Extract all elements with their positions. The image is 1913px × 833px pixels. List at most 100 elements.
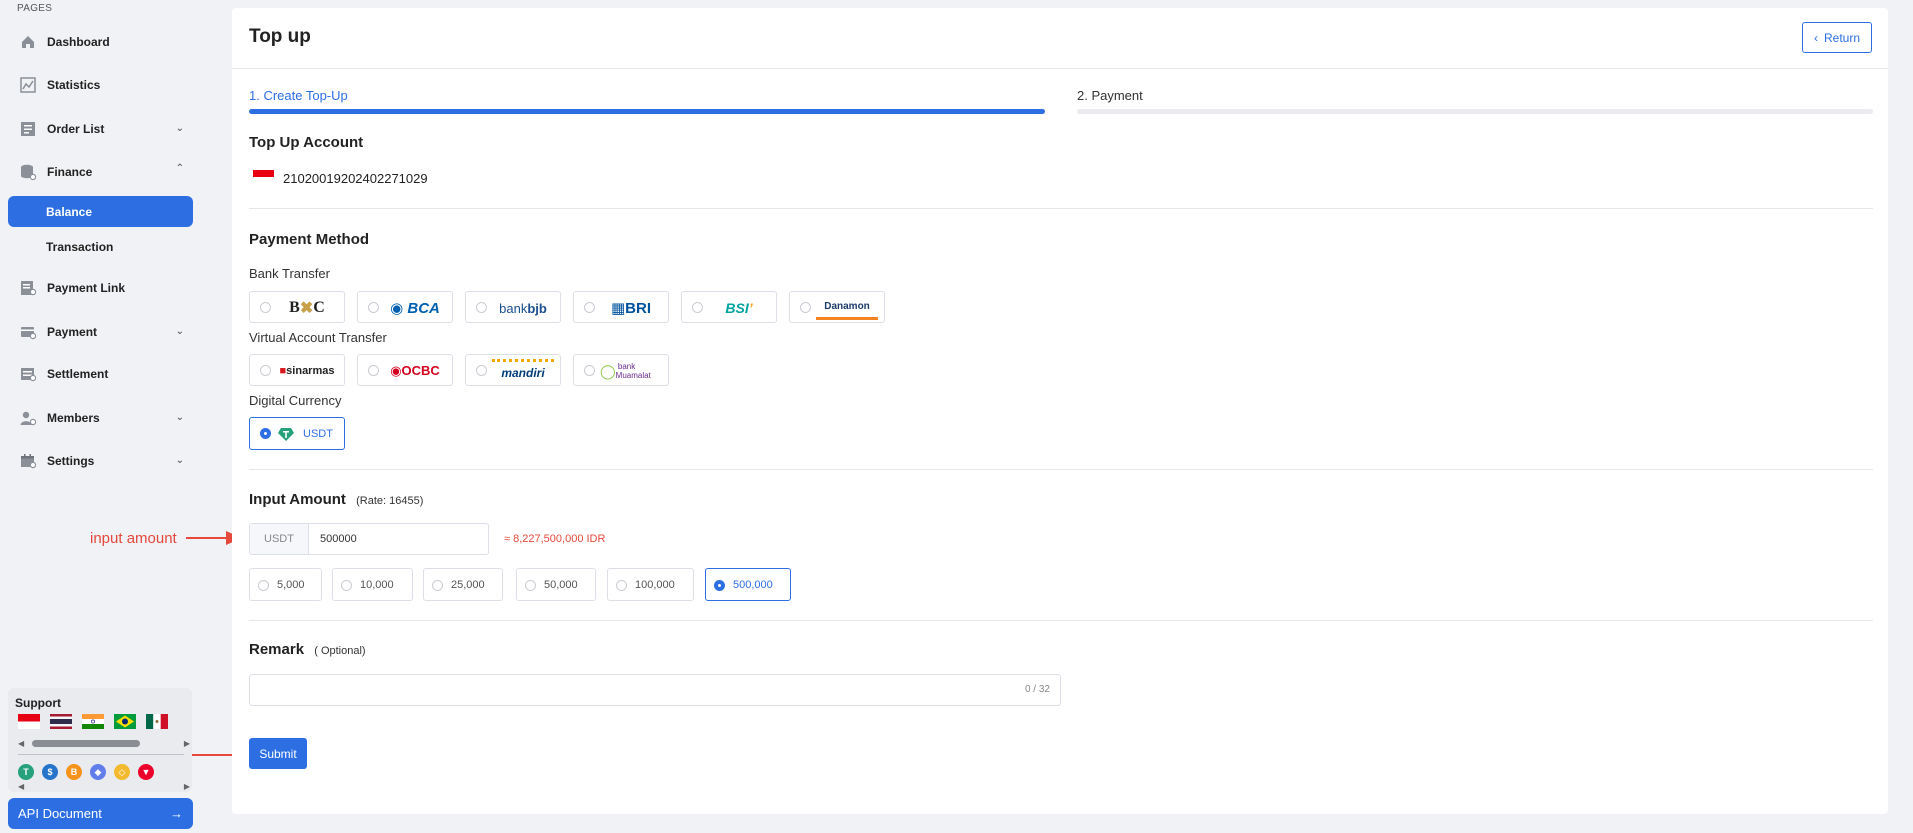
scrollbar-thumb[interactable]: [32, 740, 140, 747]
sidebar-item-payment[interactable]: Payment ⌄: [20, 320, 192, 344]
va-option-ocbc[interactable]: ◉OCBC: [357, 354, 453, 386]
bnc-logo-icon: B ✖ C: [289, 299, 325, 317]
sidebar-item-settings[interactable]: Settings ⌄: [20, 449, 192, 473]
quick-amount-10000[interactable]: 10,000: [332, 568, 413, 601]
bank-option-bca[interactable]: ◉ BCA: [357, 291, 453, 323]
input-amount-title: Input Amount (Rate: 16455): [249, 491, 423, 508]
settings-icon: [20, 453, 36, 469]
bank-transfer-label: Bank Transfer: [249, 266, 330, 281]
support-flags: [18, 714, 168, 729]
sidebar: PAGES Dashboard Statistics Order List ⌄ …: [0, 0, 200, 833]
coins-scrollbar[interactable]: ◀ ▶: [18, 781, 190, 791]
step-create-top-up: 1. Create Top-Up: [249, 88, 348, 103]
va-option-sinarmas[interactable]: ■ sinarmas: [249, 354, 345, 386]
scroll-left-icon[interactable]: ◀: [18, 782, 24, 791]
digital-currency-label: Digital Currency: [249, 393, 342, 408]
quick-amount-label: 10,000: [360, 579, 394, 591]
bank-option-bnc[interactable]: B ✖ C: [249, 291, 345, 323]
step-progress-active: [249, 109, 1045, 114]
arrow-right-icon: →: [170, 806, 183, 821]
bri-logo-icon: ▦BRI: [610, 300, 651, 317]
radio: [800, 302, 811, 313]
sidebar-item-label: Settings: [47, 454, 95, 468]
rate-label: (Rate: 16455): [356, 495, 424, 507]
amount-input-group[interactable]: USDT: [249, 523, 489, 555]
sidebar-subitem-transaction[interactable]: Transaction: [8, 231, 193, 262]
top-up-card: Top up ‹ Return 1. Create Top-Up 2. Paym…: [232, 8, 1888, 814]
amount-input[interactable]: [309, 524, 488, 554]
sidebar-item-dashboard[interactable]: Dashboard: [20, 30, 192, 54]
bank-option-danamon[interactable]: Danamon: [789, 291, 885, 323]
sidebar-item-label: Settlement: [47, 367, 109, 381]
usdc-coin-icon: $: [42, 764, 58, 780]
quick-amount-100000[interactable]: 100,000: [607, 568, 694, 601]
quick-amount-5000[interactable]: 5,000: [249, 568, 322, 601]
divider: [249, 208, 1873, 209]
remark-title: Remark ( Optional): [249, 641, 366, 658]
amount-currency-prefix: USDT: [250, 524, 309, 554]
btc-coin-icon: B: [66, 764, 82, 780]
return-button[interactable]: ‹ Return: [1802, 22, 1872, 53]
chevron-left-icon: ‹: [1813, 30, 1818, 45]
sidebar-item-label: Dashboard: [47, 35, 110, 49]
payment-icon: [20, 324, 36, 340]
radio: [692, 302, 703, 313]
va-option-muamalat[interactable]: ◯ bank Muamalat: [573, 354, 669, 386]
sidebar-section-label: PAGES: [17, 3, 53, 14]
remark-input[interactable]: [250, 675, 1060, 705]
support-panel: Support ◀ ▶ T $ B ◆ ◇ ▼ ◀ ▶: [8, 688, 192, 792]
page-title: Top up: [249, 26, 311, 47]
remark-title-text: Remark: [249, 641, 305, 658]
quick-amount-500000[interactable]: 500,000: [705, 568, 791, 601]
bnb-coin-icon: ◇: [114, 764, 130, 780]
india-flag-icon: [82, 714, 104, 729]
quick-amount-label: 5,000: [277, 579, 305, 591]
scroll-left-icon[interactable]: ◀: [18, 739, 24, 748]
divider: [249, 620, 1873, 621]
quick-amount-50000[interactable]: 50,000: [516, 568, 596, 601]
sidebar-item-finance[interactable]: Finance ⌃: [20, 160, 192, 184]
sidebar-item-payment-link[interactable]: Payment Link: [20, 276, 192, 300]
usdt-coin-icon: T: [18, 764, 34, 780]
scroll-right-icon[interactable]: ▶: [184, 782, 190, 791]
sidebar-item-label: Members: [47, 411, 100, 425]
radio: [476, 302, 487, 313]
api-document-label: API Document: [18, 806, 102, 821]
sidebar-item-settlement[interactable]: Settlement: [20, 362, 192, 386]
bank-option-bri[interactable]: ▦BRI: [573, 291, 669, 323]
api-document-button[interactable]: API Document →: [8, 798, 193, 829]
radio: [258, 580, 269, 591]
radio-selected: [260, 428, 271, 439]
sidebar-item-members[interactable]: Members ⌄: [20, 406, 192, 430]
remark-field[interactable]: 0 / 32: [249, 674, 1061, 706]
bank-option-bjb[interactable]: bank bjb: [465, 291, 561, 323]
return-label: Return: [1823, 30, 1861, 45]
digital-option-usdt[interactable]: USDT: [249, 417, 345, 450]
flags-scrollbar[interactable]: ◀ ▶: [18, 738, 190, 748]
submit-button[interactable]: Submit: [249, 738, 307, 769]
bsi-logo-icon: BSI’: [725, 300, 753, 316]
chevron-down-icon: ⌄: [175, 326, 184, 337]
list-icon: [20, 121, 36, 137]
home-icon: [20, 34, 36, 50]
mexico-flag-icon: [146, 714, 168, 729]
sidebar-item-order-list[interactable]: Order List ⌄: [20, 117, 192, 141]
indonesia-flag-icon: [253, 170, 274, 184]
quick-amount-label: 100,000: [635, 579, 675, 591]
chevron-up-icon: ⌃: [175, 163, 184, 174]
bank-option-bsi[interactable]: BSI’: [681, 291, 777, 323]
chevron-down-icon: ⌄: [175, 455, 184, 466]
indonesia-flag-icon: [18, 714, 40, 729]
quick-amount-label: 500,000: [733, 579, 773, 591]
sidebar-item-statistics[interactable]: Statistics: [20, 73, 192, 97]
radio: [432, 580, 443, 591]
va-option-mandiri[interactable]: mandiri: [465, 354, 561, 386]
scroll-right-icon[interactable]: ▶: [184, 739, 190, 748]
payment-method-title: Payment Method: [249, 231, 370, 248]
radio: [260, 365, 271, 376]
sidebar-item-label: Finance: [47, 165, 93, 179]
quick-amount-25000[interactable]: 25,000: [423, 568, 503, 601]
account-section-title: Top Up Account: [249, 134, 364, 151]
sidebar-subitem-balance[interactable]: Balance: [8, 196, 193, 227]
radio: [341, 580, 352, 591]
